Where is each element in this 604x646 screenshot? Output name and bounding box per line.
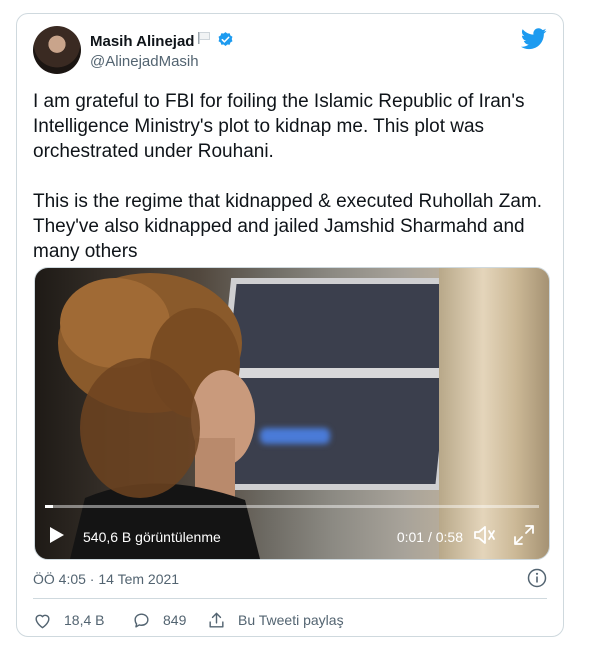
author-name[interactable]: Masih Alinejad: [90, 33, 194, 50]
like-count: 18,4 B: [64, 612, 105, 628]
video-controls: 540,6 B görüntülenme 0:01 / 0:58: [35, 509, 549, 559]
like-icon: [35, 614, 50, 628]
video-player[interactable]: 540,6 B görüntülenme 0:01 / 0:58: [34, 267, 550, 560]
avatar[interactable]: [33, 26, 81, 74]
video-time: 0:01 / 0:58: [396, 529, 463, 545]
share-label: Bu Tweeti paylaş: [238, 612, 344, 628]
tweet-card[interactable]: Masih Alinejad @AlinejadMasih I am grate…: [16, 13, 564, 637]
share-button[interactable]: Bu Tweeti paylaş: [207, 610, 344, 630]
reply-icon: [134, 612, 149, 628]
share-icon: [209, 612, 224, 628]
fullscreen-icon[interactable]: [513, 524, 535, 546]
video-progress-fill: [45, 505, 54, 508]
info-icon[interactable]: [527, 568, 547, 588]
verified-icon: [218, 32, 233, 46]
tweet-timestamp[interactable]: ÖÖ 4:05 · 14 Tem 2021: [33, 571, 179, 587]
author-handle[interactable]: @AlinejadMasih: [90, 53, 199, 70]
reply-count: 849: [163, 612, 187, 628]
reply-button[interactable]: 849: [132, 610, 186, 630]
divider: [33, 598, 547, 599]
tweet-text: I am grateful to FBI for foiling the Isl…: [33, 91, 543, 262]
twitter-logo-icon[interactable]: [521, 28, 547, 50]
like-button[interactable]: 18,4 B: [33, 610, 104, 630]
flag-icon: [198, 32, 210, 44]
video-progress-track[interactable]: [45, 505, 539, 508]
volume-icon[interactable]: [473, 524, 497, 546]
play-icon[interactable]: [49, 526, 65, 544]
view-count: 540,6 B görüntülenme: [83, 529, 221, 545]
